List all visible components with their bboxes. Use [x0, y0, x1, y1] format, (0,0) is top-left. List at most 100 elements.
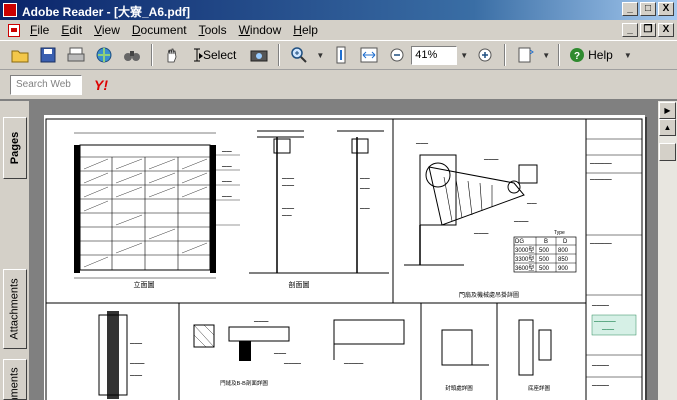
svg-text:━━━━━: ━━━━━	[415, 141, 429, 146]
table-cell: 900	[558, 266, 569, 272]
email-button[interactable]	[92, 44, 116, 66]
zoom-level-input[interactable]	[411, 45, 458, 65]
doc-minimize-button[interactable]: _	[622, 23, 638, 37]
menu-help[interactable]: Help	[287, 23, 324, 37]
menu-file[interactable]: File	[24, 23, 55, 37]
open-button[interactable]	[8, 44, 32, 66]
svg-text:━━━━: ━━━━	[221, 164, 232, 169]
save-icon	[40, 47, 56, 63]
svg-text:━━━━━━: ━━━━━━	[483, 157, 499, 162]
svg-text:━━━━━━: ━━━━━━	[473, 231, 489, 236]
menu-edit[interactable]: Edit	[55, 23, 88, 37]
rotate-dropdown-icon[interactable]: ▼	[542, 51, 550, 60]
save-button[interactable]	[36, 44, 60, 66]
zoom-in-button[interactable]	[473, 44, 497, 66]
caption-base-detail: 底座詳圖	[528, 384, 551, 392]
menu-document[interactable]: Document	[126, 23, 193, 37]
doc-restore-button[interactable]: ❐	[640, 23, 656, 37]
toolbar-separator	[151, 44, 153, 66]
binoculars-icon	[124, 51, 140, 61]
table-cell: B	[544, 239, 548, 245]
table-cell: D	[563, 239, 568, 245]
svg-text:━━━━: ━━━━	[359, 206, 370, 211]
minimize-button[interactable]: _	[622, 2, 638, 16]
zoom-out-button[interactable]	[385, 44, 409, 66]
caption-end-detail: 封頭處詳圖	[445, 384, 473, 392]
tab-attachments[interactable]: Attachments	[3, 269, 27, 349]
svg-text:━━━━━: ━━━━━	[281, 176, 295, 181]
scroll-up-icon[interactable]: ▶	[659, 102, 676, 119]
svg-text:━━━━: ━━━━	[359, 186, 370, 191]
fit-width-icon	[360, 47, 378, 63]
search-toolbar: Search Web Y!	[0, 70, 677, 100]
caption-gap-detail: 門縫及B-B剖面詳圖	[220, 379, 268, 387]
svg-text:━━━━━━: ━━━━━━	[513, 219, 529, 224]
table-cell: 850	[558, 257, 569, 263]
menu-view[interactable]: View	[88, 23, 126, 37]
caption-section-1: 剖面圖	[289, 280, 310, 289]
svg-text:━━━━: ━━━━	[221, 179, 232, 184]
document-view[interactable]: ━━━━ ━━━━ ━━━━ ━━━━ 立面圖 ━━━━━ ━━━━━ ━━━━━ ━━━…	[31, 101, 658, 400]
close-button[interactable]: X	[658, 2, 674, 16]
svg-text:━━━━━━━: ━━━━━━━	[283, 361, 301, 366]
search-button[interactable]	[120, 44, 144, 66]
email-globe-icon	[96, 47, 112, 63]
snapshot-button[interactable]	[247, 44, 271, 66]
main-toolbar: Select ▼ ▼ ▼ ? Help ▼	[0, 40, 677, 70]
svg-text:━━━━━━━━━: ━━━━━━━━━	[589, 161, 612, 166]
minus-circle-icon	[390, 48, 404, 62]
svg-text:━━━━━━: ━━━━━━	[129, 361, 145, 366]
actual-size-button[interactable]	[329, 44, 353, 66]
svg-text:━━━━━━━: ━━━━━━━	[591, 303, 609, 308]
zoom-in-tool-button[interactable]	[287, 44, 311, 66]
yahoo-icon[interactable]: Y!	[94, 77, 108, 93]
title-bar: Adobe Reader - [大寮_A6.pdf] _ □ X	[0, 0, 677, 20]
caption-mechanism: 門扇及機械處吊掛詳圖	[459, 291, 519, 299]
table-cell: 500	[539, 248, 550, 254]
vertical-scrollbar[interactable]: ▶ ▲	[658, 101, 677, 400]
svg-text:━━━━━: ━━━━━	[281, 183, 295, 188]
text-cursor-icon	[194, 48, 203, 62]
menu-tools[interactable]: Tools	[193, 23, 233, 37]
open-folder-icon	[11, 50, 29, 63]
svg-text:━━━━: ━━━━	[359, 176, 370, 181]
table-cell: 3300型	[515, 255, 534, 263]
type-table-header: Type	[554, 230, 565, 236]
svg-text:━━━━━: ━━━━━	[129, 373, 143, 378]
svg-text:━━━━━━━: ━━━━━━━	[591, 363, 609, 368]
svg-text:━━━━━: ━━━━━	[273, 351, 287, 356]
print-button[interactable]	[64, 44, 88, 66]
svg-text:━━━━: ━━━━	[221, 194, 232, 199]
hand-tool-button[interactable]	[160, 44, 184, 66]
pdf-document-icon[interactable]	[8, 23, 20, 37]
scroll-up-button[interactable]: ▲	[659, 119, 676, 136]
window-title: Adobe Reader - [大寮_A6.pdf]	[22, 5, 191, 19]
svg-text:━━━━━━━━: ━━━━━━━━	[343, 361, 364, 366]
tab-pages[interactable]: Pages	[3, 117, 27, 179]
svg-text:━━━━: ━━━━	[526, 201, 537, 206]
doc-close-button[interactable]: X	[658, 23, 674, 37]
tab-attachments-label: Attachments	[9, 278, 22, 340]
search-web-input[interactable]: Search Web	[10, 74, 82, 95]
svg-text:━━━━━━━━━: ━━━━━━━━━	[589, 177, 612, 182]
help-button[interactable]: ? Help	[567, 44, 619, 66]
maximize-button[interactable]: □	[640, 2, 656, 16]
zoom-dropdown-icon[interactable]: ▼	[460, 51, 468, 60]
tab-pages-label: Pages	[9, 131, 22, 165]
rotate-view-button[interactable]	[513, 44, 537, 66]
engineering-drawing: ━━━━━━━━━━━━ ━━━━ 立面圖 ━━━━━━━━━━━━━━━━━━…	[45, 118, 643, 400]
svg-text:━━━━: ━━━━	[281, 213, 292, 218]
toolbar-separator	[558, 44, 561, 66]
chevron-down-icon[interactable]: ▼	[316, 51, 324, 60]
tab-comments[interactable]: Comments	[3, 359, 27, 400]
page-rotate-icon	[518, 47, 535, 63]
help-dropdown-icon[interactable]: ▼	[624, 51, 632, 60]
scrollbar-thumb[interactable]	[659, 143, 676, 161]
svg-text:━━━━━━━━━: ━━━━━━━━━	[593, 319, 616, 324]
fit-width-button[interactable]	[357, 44, 381, 66]
camera-icon	[250, 50, 268, 62]
table-cell: 800	[558, 248, 569, 254]
select-tool-button[interactable]: Select	[188, 44, 243, 66]
menu-window[interactable]: Window	[233, 23, 288, 37]
caption-elevation: 立面圖	[134, 280, 155, 289]
